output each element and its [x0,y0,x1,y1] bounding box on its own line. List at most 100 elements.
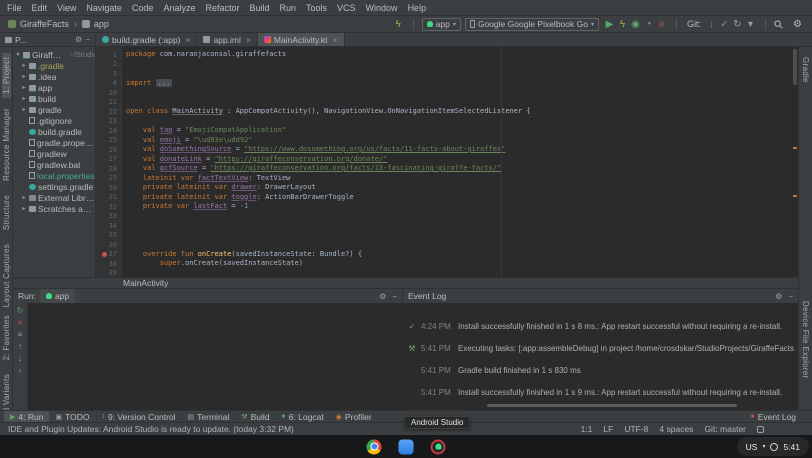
toolwindow-stripe-1-project[interactable]: 1: Project [2,53,11,98]
close-icon[interactable]: × [244,35,251,45]
editor-code-area[interactable]: package com.naranjaconsal.giraffefactsim… [122,47,792,277]
menu-refactor[interactable]: Refactor [200,3,244,13]
chrome-app-icon[interactable] [367,439,382,454]
tree-item-build[interactable]: ▸build [13,93,95,104]
tree-item-external-libraries[interactable]: ▸External Libraries [13,192,95,203]
stop-button[interactable]: ■ [18,318,23,328]
tree-item-gitignore[interactable]: .gitignore [13,115,95,126]
toolwindow-stripe-structure[interactable]: Structure [2,191,11,234]
git-update-button[interactable]: ↓ [705,17,718,32]
toolwindow-button-profiler[interactable]: ◉Profiler [330,411,378,422]
toolwindow-button-9-version-control[interactable]: ↕9: Version Control [95,411,181,422]
status-1-1[interactable]: 1:1 [581,424,593,434]
system-tray[interactable]: US ▾ 5:41 [737,437,809,456]
stop-button[interactable]: ■ [655,17,668,32]
project-panel-header[interactable]: P... ⚙ − [0,33,96,46]
toolwindow-stripe-2-favorites[interactable]: 2: Favorites [2,311,11,364]
code-token: = [202,155,215,163]
apply-changes-button[interactable]: ϟ [616,17,629,32]
hide-event-log-icon[interactable]: − [788,292,793,301]
scrollbar-thumb[interactable] [793,49,797,85]
hide-run-panel-icon[interactable]: − [392,292,397,301]
status-utf-8[interactable]: UTF-8 [624,424,648,434]
code-editor[interactable]: 1234202122232425262728293031323334353637… [96,47,798,277]
device-selector-dropdown[interactable]: Google Google Pixelbook Go ▾ [465,18,599,31]
tree-item-app[interactable]: ▸app [13,82,95,93]
menu-edit[interactable]: Edit [27,3,53,13]
settings-gear-icon[interactable]: ⚙ [791,17,804,32]
tree-item-gradle[interactable]: ▸.gradle [13,60,95,71]
search-everywhere-button[interactable] [774,20,787,29]
tree-item-scratches-and-consoles[interactable]: ▸Scratches and Consoles [13,203,95,214]
toolwindow-stripe-build-variants[interactable]: Build Variants [2,370,11,410]
close-icon[interactable]: × [184,35,191,45]
hide-panel-icon[interactable]: − [85,35,90,44]
toolwindow-button-6-logcat[interactable]: ●6: Logcat [275,411,329,422]
menu-vcs[interactable]: VCS [332,3,361,13]
toolwindow-stripe-gradle[interactable]: Gradle [801,53,810,87]
gradle-sync-button[interactable]: ϟ [392,17,405,32]
menu-help[interactable]: Help [403,3,432,13]
run-button[interactable]: ▶ [603,17,616,32]
tree-item-local-properties[interactable]: local.properties [13,170,95,181]
profiler-button[interactable]: ◔ [642,17,655,32]
editor-tab-build-gradle-app[interactable]: build.gradle (:app)× [96,33,197,46]
menu-view[interactable]: View [52,3,81,13]
editor-tab-mainactivity-kt[interactable]: MainActivity.kt× [258,33,345,46]
android-studio-app-icon[interactable] [431,439,446,454]
editor-scrollbar[interactable] [792,47,798,277]
event-log-horizontal-scrollbar[interactable] [487,404,737,407]
breadcrumb-project[interactable]: GiraffeFacts [20,19,69,29]
event-log-settings-gear-icon[interactable]: ⚙ [775,292,782,301]
tree-item-idea[interactable]: ▸.idea [13,71,95,82]
menu-code[interactable]: Code [127,3,159,13]
menu-tools[interactable]: Tools [301,3,332,13]
git-menu-chevron[interactable]: ▾ [744,17,757,32]
status-git-master[interactable]: Git: master [704,424,746,434]
toolwindow-stripe-device-file-explorer[interactable]: Device File Explorer [801,297,810,383]
toolwindow-button-4-run[interactable]: ▶4: Run [4,411,49,422]
project-settings-gear-icon[interactable]: ⚙ [75,35,82,44]
toolwindow-stripe-layout-captures[interactable]: Layout Captures [2,240,11,311]
run-console-output[interactable] [28,303,402,410]
tree-item-gradle[interactable]: ▸gradle [13,104,95,115]
clear-console-button[interactable]: ▫ [19,366,22,376]
scroll-up-button[interactable]: ↑ [18,342,22,352]
status-4-spaces[interactable]: 4 spaces [659,424,693,434]
close-icon[interactable]: × [331,35,338,45]
status-lf[interactable]: LF [603,424,613,434]
tree-item-build-gradle[interactable]: build.gradle [13,126,95,137]
menu-window[interactable]: Window [361,3,403,13]
editor-tab-app-iml[interactable]: app.iml× [197,33,257,46]
tree-item-gradlew-bat[interactable]: gradlew.bat [13,159,95,170]
lock-icon[interactable] [757,426,764,433]
run-config-dropdown[interactable]: app ▾ [422,18,461,31]
tree-root[interactable]: ▾GiraffeFacts~/StudioPr [13,49,95,60]
scroll-down-button[interactable]: ↓ [18,354,22,364]
git-rollback-button[interactable]: ↻ [731,17,744,32]
run-tab-app[interactable]: app [40,289,75,303]
toolwindow-button-terminal[interactable]: ▤Terminal [182,411,236,422]
menu-analyze[interactable]: Analyze [158,3,200,13]
breadcrumb-module[interactable]: app [94,19,109,29]
menu-run[interactable]: Run [275,3,302,13]
files-app-icon[interactable] [399,439,414,454]
tree-item-gradlew[interactable]: gradlew [13,148,95,159]
rerun-button[interactable]: ↻ [17,306,24,316]
git-commit-button[interactable]: ✓ [718,17,731,32]
debug-button[interactable]: ◉ [629,17,642,32]
menu-file[interactable]: File [2,3,27,13]
toolwindow-button-todo[interactable]: ▣TODO [49,411,95,422]
run-settings-gear-icon[interactable]: ⚙ [379,292,386,301]
status-message[interactable]: IDE and Plugin Updates: Android Studio i… [8,424,294,434]
tree-item-settings-gradle[interactable]: settings.gradle [13,181,95,192]
breadcrumb-class[interactable]: MainActivity [123,278,168,288]
menu-build[interactable]: Build [244,3,274,13]
toolwindow-button-build[interactable]: ⚒Build [235,411,275,422]
event-log-button[interactable]: ●Event Log [750,412,796,422]
console-options-button[interactable]: ≡ [18,330,23,340]
toolwindow-stripe-resource-manager[interactable]: Resource Manager [2,104,11,185]
code-token: lastFact [193,202,227,210]
tree-item-gradle-properties[interactable]: gradle.properties [13,137,95,148]
menu-navigate[interactable]: Navigate [81,3,127,13]
